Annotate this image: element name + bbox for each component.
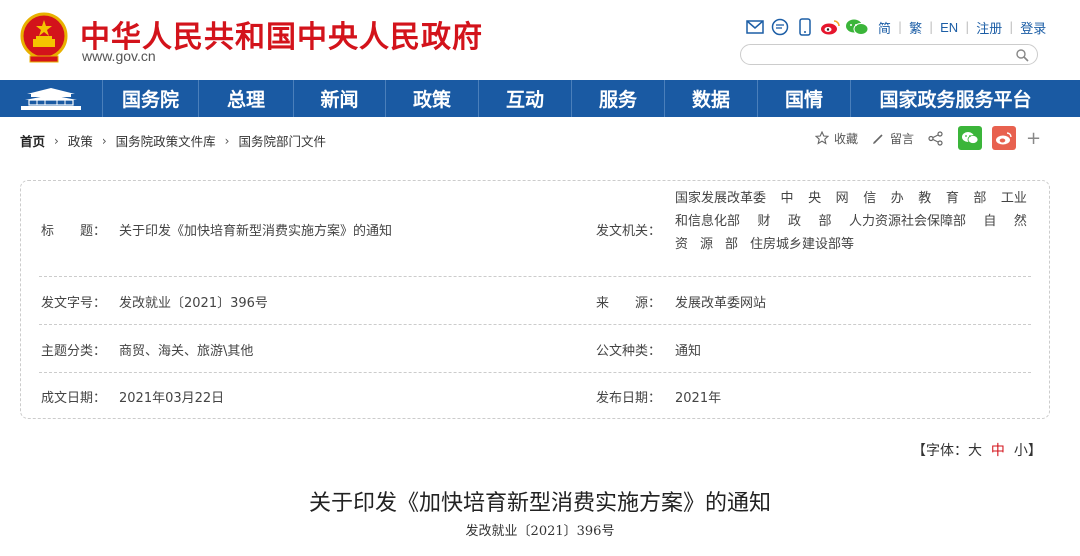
breadcrumb-policy-library[interactable]: 国务院政策文件库 — [116, 131, 216, 150]
separator: | — [929, 20, 934, 34]
chevron-right-icon: › — [54, 133, 59, 148]
source-value: 发展改革委网站 — [675, 296, 767, 311]
top-links: 简 | 繁 | EN | 注册 | 登录 — [745, 16, 1050, 38]
font-size-large-button[interactable]: 大 — [968, 443, 982, 459]
search-input[interactable] — [751, 47, 1011, 63]
tiananmen-icon — [21, 87, 81, 110]
topic-label: 主题分类： — [41, 344, 107, 359]
topic-value: 商贸、海关、旅游\其他 — [119, 344, 254, 359]
document-title: 关于印发《加快培育新型消费实施方案》的通知 — [308, 491, 771, 516]
register-link[interactable]: 注册 — [976, 18, 1002, 37]
issuer-line: 资源部住房城乡建设部等 — [675, 237, 855, 252]
breadcrumb-department-docs[interactable]: 国务院部门文件 — [238, 131, 326, 150]
docno-label: 发文字号： — [41, 296, 107, 311]
share-wechat-icon[interactable] — [958, 126, 983, 150]
written-date-label: 成文日期： — [41, 391, 107, 406]
site-domain: www.gov.cn — [82, 48, 156, 64]
document-info-table: 标 题： 关于印发《加快培育新型消费实施方案》的通知 发文机关： 国家发展改革委… — [20, 180, 1050, 419]
nav-services[interactable]: 服务 — [572, 80, 665, 117]
star-icon — [815, 131, 829, 145]
issuer-line: 和信息化部财政部人力资源社会保障部自然 — [675, 214, 1027, 229]
breadcrumb-policy[interactable]: 政策 — [68, 131, 93, 150]
font-size-medium-button[interactable]: 中 — [991, 443, 1005, 459]
title-label: 标 题： — [41, 224, 107, 239]
traditional-chinese-link[interactable]: 繁 — [909, 18, 922, 37]
main-nav: 国务院 总理 新闻 政策 互动 服务 数据 国情 国家政务服务平台 — [0, 80, 1080, 117]
title-value: 关于印发《加快培育新型消费实施方案》的通知 — [119, 224, 393, 239]
chevron-right-icon: › — [101, 133, 107, 148]
font-size-small-button[interactable]: 小 — [1014, 443, 1028, 459]
type-label: 公文种类： — [596, 344, 662, 359]
nav-state-council[interactable]: 国务院 — [103, 80, 199, 117]
issuer-label: 发文机关： — [596, 224, 662, 239]
english-link[interactable]: EN — [940, 20, 958, 35]
font-size-control: 【字体：大 中 小】 — [912, 440, 1042, 460]
chevron-right-icon: › — [224, 133, 230, 148]
nav-home[interactable] — [0, 80, 103, 117]
mobile-icon[interactable] — [795, 17, 815, 37]
nav-national-info[interactable]: 国情 — [758, 80, 851, 117]
issuer-value: 国家发展改革委中央网信办教育部工业 和信息化部财政部人力资源社会保障部自然 资源… — [675, 187, 1027, 256]
separator: | — [1009, 20, 1014, 34]
published-date-value: 2021年 — [675, 391, 722, 406]
favorite-label: 收藏 — [834, 131, 859, 146]
info-row-dates: 成文日期： 2021年03月22日 发布日期： 2021年 — [39, 373, 1031, 419]
login-link[interactable]: 登录 — [1020, 18, 1046, 37]
published-date-label: 发布日期： — [596, 391, 662, 406]
type-value: 通知 — [675, 344, 702, 359]
mail-icon[interactable] — [745, 17, 765, 37]
docno-value: 发改就业〔2021〕396号 — [119, 296, 268, 311]
nav-gov-service-platform[interactable]: 国家政务服务平台 — [851, 80, 1060, 117]
share-icon — [928, 130, 943, 146]
share-tools: 收藏 留言 + — [815, 126, 1041, 150]
font-size-prefix: 【字体： — [912, 443, 968, 459]
document-number: 发改就业〔2021〕396号 — [465, 524, 615, 539]
info-row-topic: 主题分类： 商贸、海关、旅游\其他 公文种类： 通知 — [39, 325, 1031, 373]
nav-interaction[interactable]: 互动 — [479, 80, 572, 117]
national-emblem-icon[interactable] — [20, 12, 68, 64]
weibo-icon[interactable] — [820, 17, 840, 37]
share-button[interactable] — [928, 130, 948, 146]
share-weibo-icon[interactable] — [992, 126, 1017, 150]
search-box — [740, 44, 1038, 65]
separator: | — [898, 20, 903, 34]
search-icon[interactable] — [1015, 48, 1029, 62]
nav-premier[interactable]: 总理 — [199, 80, 294, 117]
simplified-chinese-link[interactable]: 简 — [878, 18, 891, 37]
site-header: 中华人民共和国中央人民政府 www.gov.cn 简 | 繁 | EN | 注册… — [0, 0, 1080, 80]
comment-button[interactable]: 留言 — [872, 130, 914, 147]
issuer-line: 国家发展改革委中央网信办教育部工业 — [675, 191, 1027, 206]
nav-data[interactable]: 数据 — [665, 80, 758, 117]
written-date-value: 2021年03月22日 — [119, 391, 225, 406]
nav-news[interactable]: 新闻 — [294, 80, 386, 117]
message-icon[interactable] — [770, 17, 790, 37]
comment-label: 留言 — [890, 131, 915, 146]
info-row-title: 标 题： 关于印发《加快培育新型消费实施方案》的通知 发文机关： 国家发展改革委… — [39, 181, 1031, 277]
wechat-icon[interactable] — [845, 17, 869, 37]
breadcrumb-home[interactable]: 首页 — [20, 131, 45, 150]
breadcrumb: 首页 › 政策 › 国务院政策文件库 › 国务院部门文件 — [20, 131, 326, 150]
source-label: 来 源： — [596, 296, 662, 311]
nav-policy[interactable]: 政策 — [386, 80, 479, 117]
font-size-suffix: 】 — [1027, 443, 1042, 459]
favorite-button[interactable]: 收藏 — [815, 130, 858, 147]
separator: | — [965, 20, 970, 34]
info-row-docno: 发文字号： 发改就业〔2021〕396号 来 源： 发展改革委网站 — [39, 277, 1031, 325]
pencil-icon — [873, 133, 883, 144]
more-share-button[interactable]: + — [1026, 128, 1041, 149]
